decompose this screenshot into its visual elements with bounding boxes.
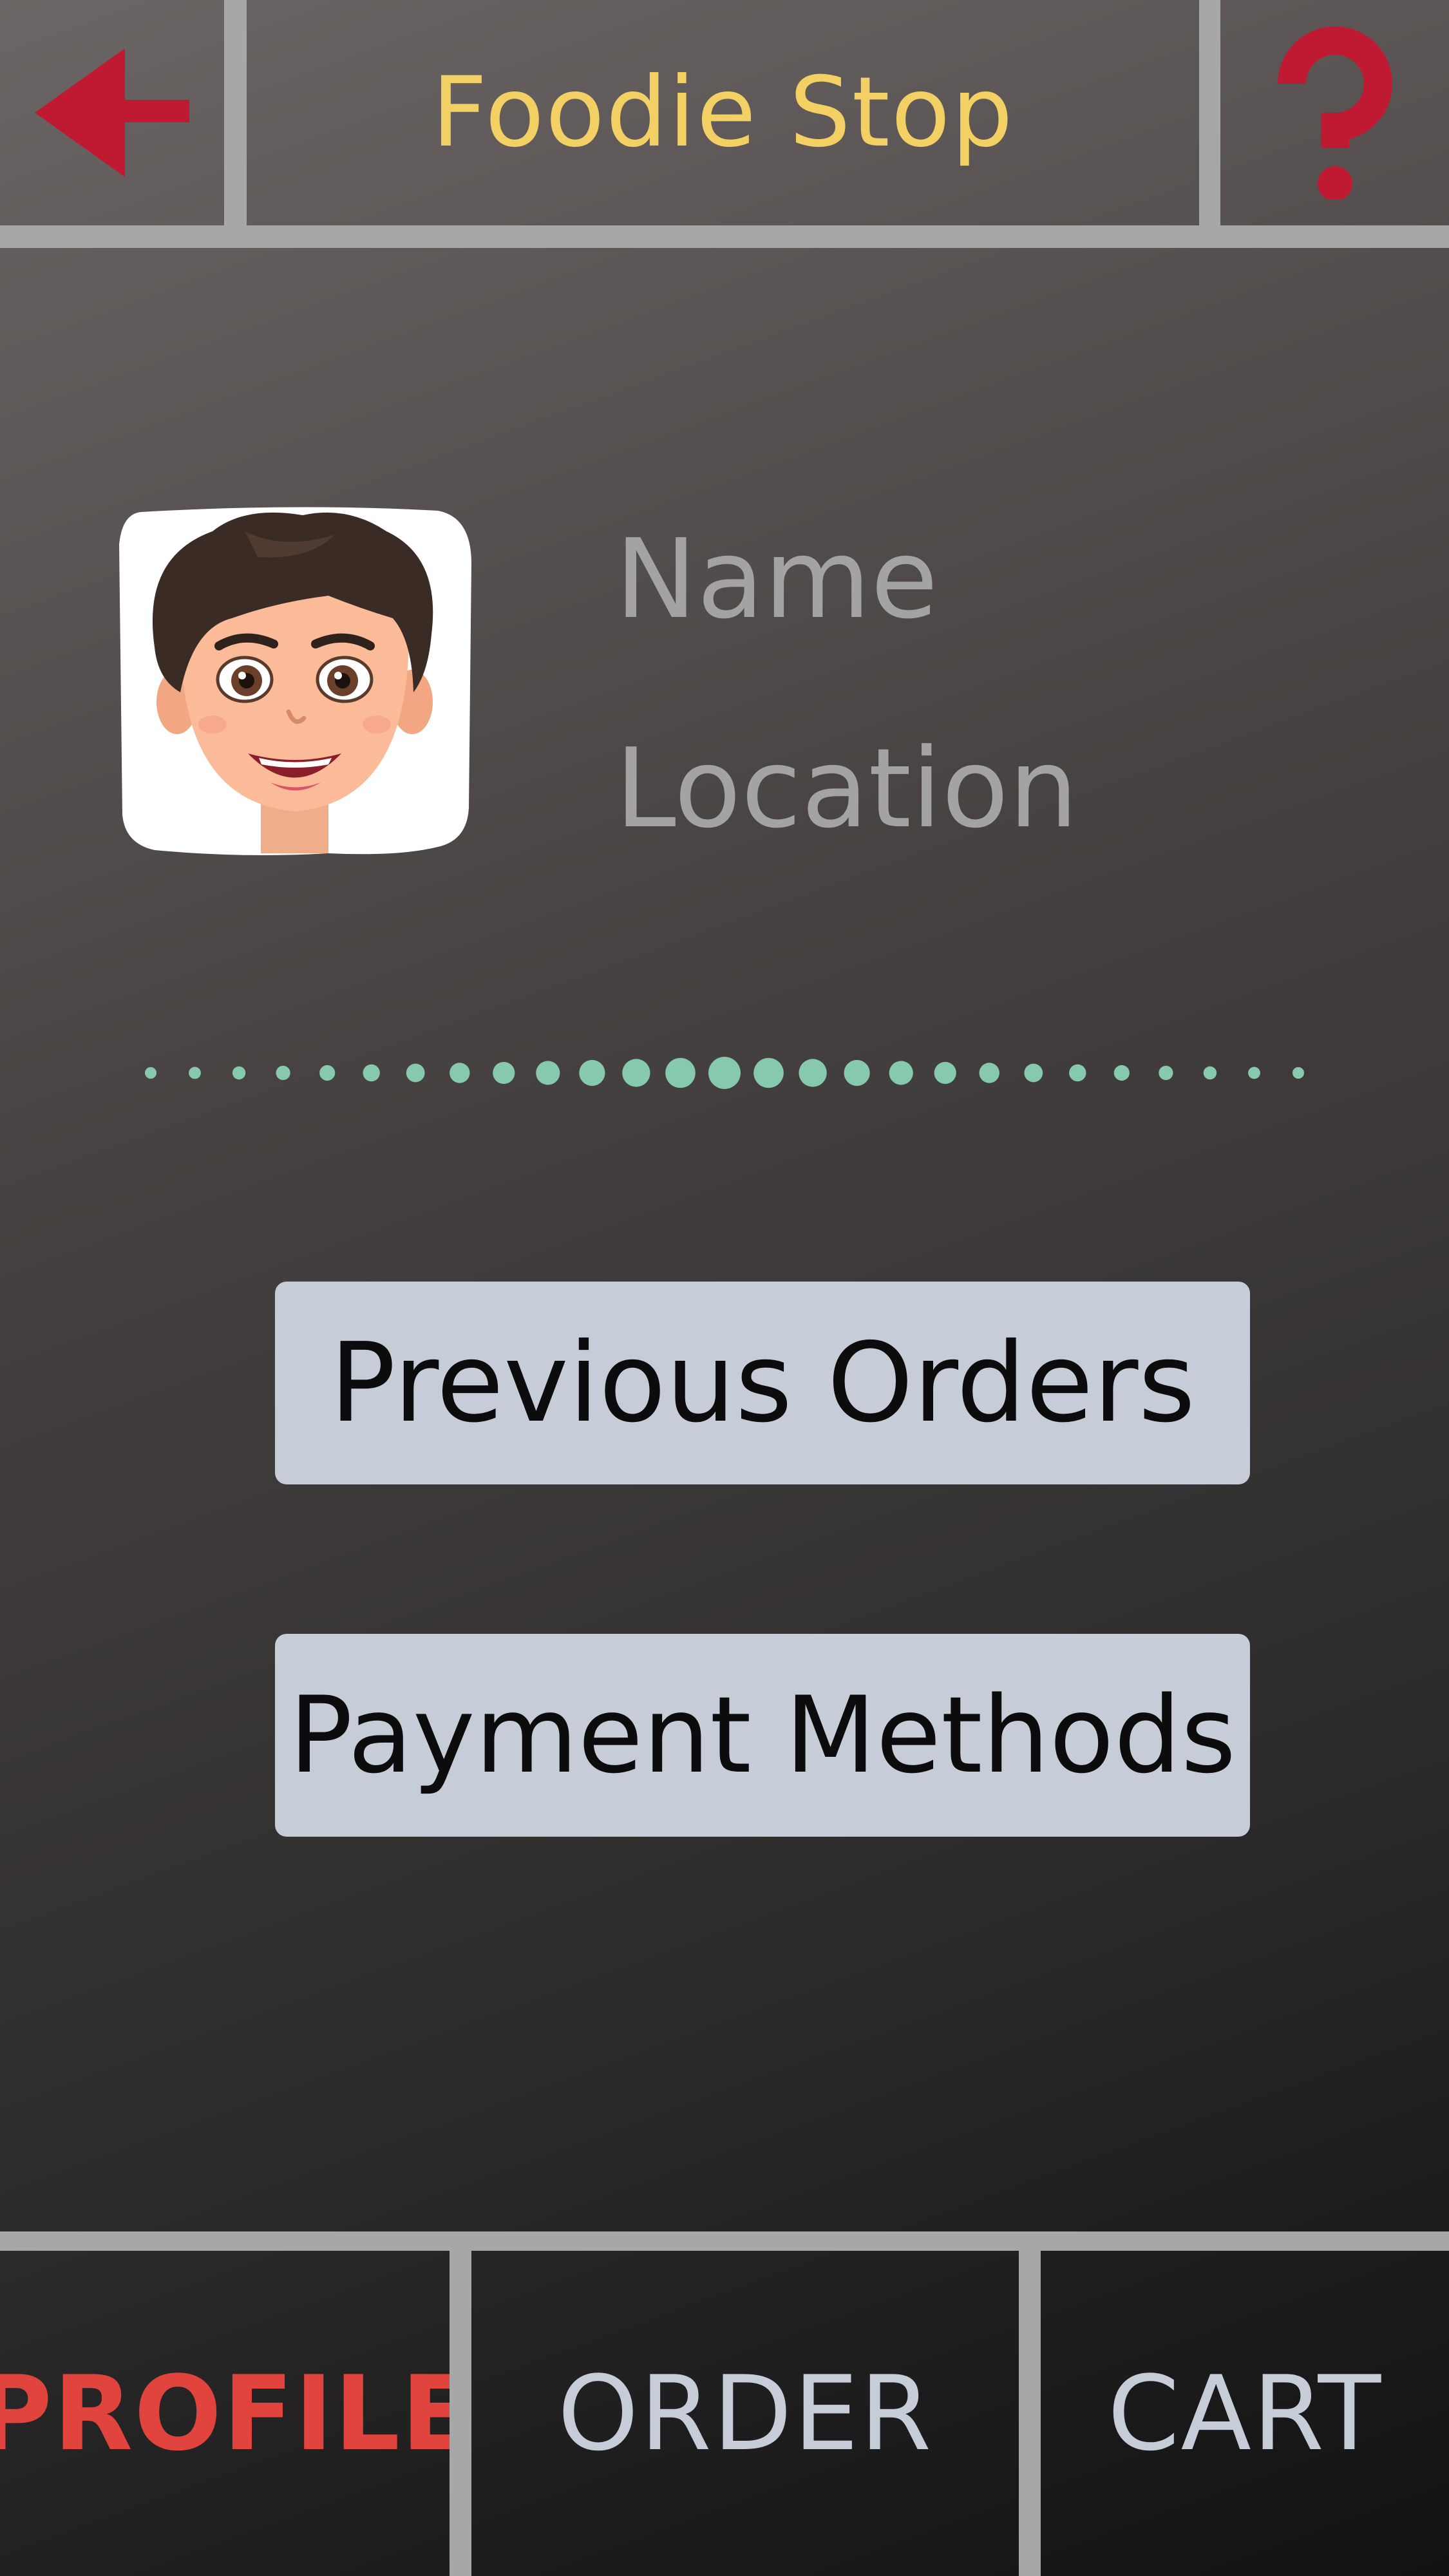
payment-methods-button[interactable]: Payment Methods <box>275 1634 1250 1837</box>
divider-dot <box>934 1061 956 1084</box>
app-header: Foodie Stop <box>0 0 1449 248</box>
nav-divider-left <box>450 2251 471 2576</box>
divider-dot <box>889 1061 913 1085</box>
arrow-left-icon <box>35 48 189 177</box>
divider-dot <box>276 1065 290 1081</box>
header-divider-right <box>1199 0 1220 225</box>
tab-profile[interactable]: PROFILE <box>0 2251 471 2576</box>
app-title: Foodie Stop <box>431 57 1014 169</box>
divider-dot <box>189 1066 201 1079</box>
divider-dot <box>622 1059 650 1087</box>
profile-name: Name <box>615 516 938 643</box>
divider-dot <box>1248 1066 1260 1079</box>
divider-dot <box>232 1066 246 1080</box>
divider-dot <box>1159 1065 1173 1081</box>
divider-dot <box>844 1059 870 1086</box>
divider-dot <box>319 1065 336 1081</box>
divider-dot <box>493 1061 515 1084</box>
divider-dot <box>1203 1066 1217 1080</box>
divider-dot <box>799 1059 827 1087</box>
divider-dot <box>145 1067 156 1079</box>
divider-dot <box>1024 1063 1043 1083</box>
bottom-nav: PROFILE ORDER CART <box>0 2231 1449 2576</box>
profile-avatar[interactable] <box>116 506 473 857</box>
header-bottom-border <box>0 225 1449 248</box>
nav-divider-right <box>1019 2251 1041 2576</box>
back-button[interactable] <box>0 0 224 225</box>
cartoon-avatar-icon <box>119 507 471 856</box>
divider-dot <box>1293 1067 1304 1079</box>
dotted-divider <box>145 1057 1304 1089</box>
divider-dot <box>665 1057 696 1088</box>
divider-dot <box>753 1057 784 1088</box>
divider-dot <box>979 1063 999 1083</box>
divider-dot <box>1113 1065 1130 1081</box>
profile-location: Location <box>615 725 1079 853</box>
nav-top-border <box>0 2231 1449 2251</box>
divider-dot <box>579 1059 605 1086</box>
help-button[interactable] <box>1220 0 1449 225</box>
divider-dot <box>708 1057 741 1089</box>
divider-dot <box>1069 1064 1086 1082</box>
divider-dot <box>536 1061 560 1085</box>
tab-cart[interactable]: CART <box>1041 2251 1449 2576</box>
question-mark-icon <box>1277 26 1392 200</box>
divider-dot <box>450 1063 470 1083</box>
header-divider-left <box>224 0 247 225</box>
divider-dot <box>363 1064 380 1082</box>
tab-order[interactable]: ORDER <box>471 2251 1019 2576</box>
divider-dot <box>406 1063 425 1083</box>
previous-orders-button[interactable]: Previous Orders <box>275 1282 1250 1484</box>
